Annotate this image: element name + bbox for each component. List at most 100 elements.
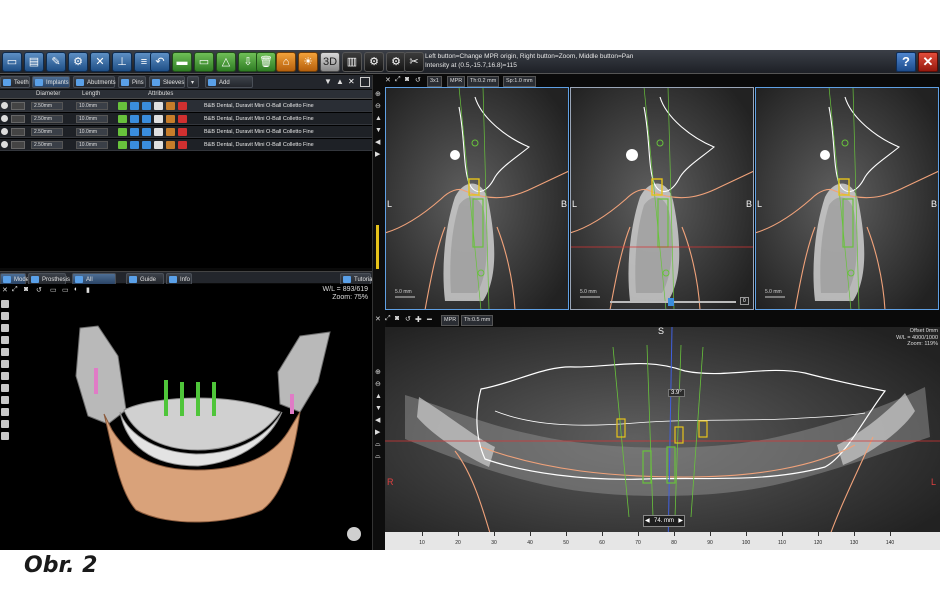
attribute-icon-1[interactable] <box>130 128 139 136</box>
move-up-icon[interactable]: ▲ <box>336 77 346 87</box>
dental-arch-icon[interactable]: ▥ <box>342 52 362 72</box>
move-down-icon[interactable]: ▼ <box>375 125 382 137</box>
mpr-button[interactable]: MPR <box>447 76 466 87</box>
implant-3[interactable] <box>196 382 200 416</box>
layout-3x1-button[interactable]: 3x1 <box>427 76 442 87</box>
view-3d[interactable]: ✕ ⤢ ◙ ↺ ▭ ▭ ◐ ▮ W/L = 893/619 Zoom: 75% <box>0 284 372 550</box>
tools-icon[interactable]: ✕ <box>90 52 110 72</box>
spacing-field[interactable]: Sp:1.0 mm <box>503 76 536 87</box>
attribute-icon-0[interactable] <box>118 102 127 110</box>
sleeve-icon[interactable]: ⚙ <box>364 52 384 72</box>
view-3d-button[interactable]: 3D <box>320 52 340 72</box>
row-color-swatch[interactable] <box>11 102 25 110</box>
axial-view[interactable]: S R L 3.9° Offset 0mm W/L = 4000/1000 Zo… <box>385 327 940 550</box>
measure-angle-icon[interactable]: △ <box>216 52 236 72</box>
camera-icon[interactable]: ◙ <box>405 76 409 83</box>
axial-mpr-button[interactable]: MPR <box>441 315 460 326</box>
fit-view-icon[interactable]: ⤢ <box>385 315 391 323</box>
new-file-icon[interactable]: ▭ <box>2 52 22 72</box>
attribute-icon-1[interactable] <box>130 102 139 110</box>
attribute-icon-3[interactable] <box>154 141 163 149</box>
chevron-right-icon[interactable]: ▶ <box>678 516 683 526</box>
attribute-icon-1[interactable] <box>130 141 139 149</box>
table-row[interactable]: 2.50mm 10.0mm B&B Dental, Duravit Mini O-B… <box>0 100 372 112</box>
thickness-field[interactable]: Th:0.2 mm <box>467 76 500 87</box>
table-row[interactable]: 2.50mm 10.0mm B&B Dental, Duravit Mini O-B… <box>0 126 372 138</box>
orientation-head-icon[interactable] <box>347 527 361 541</box>
add-implant-button[interactable]: Add Implant <box>205 76 253 98</box>
move-up-icon[interactable]: ▲ <box>375 391 382 403</box>
diameter-field[interactable]: 2.50mm <box>31 141 63 149</box>
tab-sleeves[interactable]: Sleeves <box>149 76 185 88</box>
fit-view-icon[interactable]: ⤢ <box>395 76 401 84</box>
screen-icon[interactable]: ▭ <box>194 52 214 72</box>
move-down-icon[interactable]: ▼ <box>375 403 382 415</box>
attribute-icon-4[interactable] <box>166 102 175 110</box>
zoom-in-icon[interactable]: ⊕ <box>375 367 382 379</box>
close-view-icon[interactable]: ✕ <box>375 315 381 323</box>
panoramic-icon[interactable]: ▬ <box>172 52 192 72</box>
implant-2[interactable] <box>180 382 184 416</box>
implant-4[interactable] <box>212 382 216 416</box>
diameter-field[interactable]: 2.50mm <box>31 128 63 136</box>
implant-1[interactable] <box>164 380 168 416</box>
move-left-icon[interactable]: ◀ <box>375 137 382 149</box>
attribute-icon-3[interactable] <box>154 128 163 136</box>
zoom-out-icon[interactable]: ⊖ <box>375 379 382 391</box>
tab-dropdown[interactable]: ▾ <box>187 76 199 88</box>
save-icon[interactable]: ▤ <box>24 52 44 72</box>
visibility-icon[interactable] <box>1 115 8 122</box>
move-up-icon[interactable]: ▲ <box>375 113 382 125</box>
table-row[interactable]: 2.50mm 10.0mm B&B Dental, Duravit Mini O-B… <box>0 139 372 151</box>
maximize-icon[interactable] <box>360 77 370 87</box>
attribute-icon-5[interactable] <box>178 141 187 149</box>
export-icon[interactable]: ⇩ <box>238 52 258 72</box>
move-right-icon[interactable]: ▶ <box>375 427 382 439</box>
attribute-icon-5[interactable] <box>178 102 187 110</box>
close-view-icon[interactable]: ✕ <box>385 76 391 84</box>
remove-icon[interactable]: ✕ <box>348 77 358 87</box>
attribute-icon-0[interactable] <box>118 141 127 149</box>
move-right-icon[interactable]: ▶ <box>375 149 382 161</box>
attribute-icon-3[interactable] <box>154 102 163 110</box>
comment-icon[interactable]: ✎ <box>46 52 66 72</box>
settings-icon[interactable]: ⚙ <box>68 52 88 72</box>
row-color-swatch[interactable] <box>11 128 25 136</box>
row-color-swatch[interactable] <box>11 141 25 149</box>
attribute-icon-2[interactable] <box>142 128 151 136</box>
zoom-out-icon[interactable]: ⊖ <box>375 101 382 113</box>
scissors-icon[interactable]: ✂ <box>404 52 424 72</box>
close-button[interactable]: ✕ <box>918 52 938 72</box>
row-color-swatch[interactable] <box>11 115 25 123</box>
help-button[interactable]: ? <box>896 52 916 72</box>
add-icon[interactable]: ✚ <box>415 315 422 324</box>
undo-icon[interactable]: ↶ <box>150 52 170 72</box>
axial-thickness-field[interactable]: Th:0.5 mm <box>461 315 494 326</box>
implant-tool-icon[interactable]: ⊥ <box>112 52 132 72</box>
zoom-in-icon[interactable]: ⊕ <box>375 89 382 101</box>
camera-icon[interactable]: ◙ <box>395 315 399 322</box>
minus-icon[interactable]: ━ <box>427 315 432 324</box>
measurement-stepper[interactable]: ◀ 74. mm ▶ <box>643 515 686 527</box>
tab-pins[interactable]: Pins <box>118 76 146 88</box>
guide-icon[interactable]: ⚙ <box>386 52 406 72</box>
attribute-icon-0[interactable] <box>118 128 127 136</box>
chevron-left-icon[interactable]: ◀ <box>645 516 650 526</box>
delete-icon[interactable]: 🗑 <box>256 52 276 72</box>
slice-indicator[interactable] <box>376 225 379 269</box>
visibility-icon[interactable] <box>1 102 8 109</box>
diameter-field[interactable]: 2.50mm <box>31 115 63 123</box>
attribute-icon-3[interactable] <box>154 115 163 123</box>
cross-section-view-2[interactable]: L B 5.0 mm 0 <box>570 87 754 310</box>
attribute-icon-2[interactable] <box>142 102 151 110</box>
attribute-icon-4[interactable] <box>166 128 175 136</box>
attribute-icon-0[interactable] <box>118 115 127 123</box>
reset-icon[interactable]: ↺ <box>405 315 411 323</box>
visibility-icon[interactable] <box>1 128 8 135</box>
slider-thumb[interactable] <box>668 298 674 306</box>
length-field[interactable]: 10.0mm <box>76 141 108 149</box>
length-field[interactable]: 10.0mm <box>76 115 108 123</box>
arch-icon[interactable]: ⌓ <box>375 439 382 451</box>
length-field[interactable]: 10.0mm <box>76 102 108 110</box>
attribute-icon-2[interactable] <box>142 141 151 149</box>
